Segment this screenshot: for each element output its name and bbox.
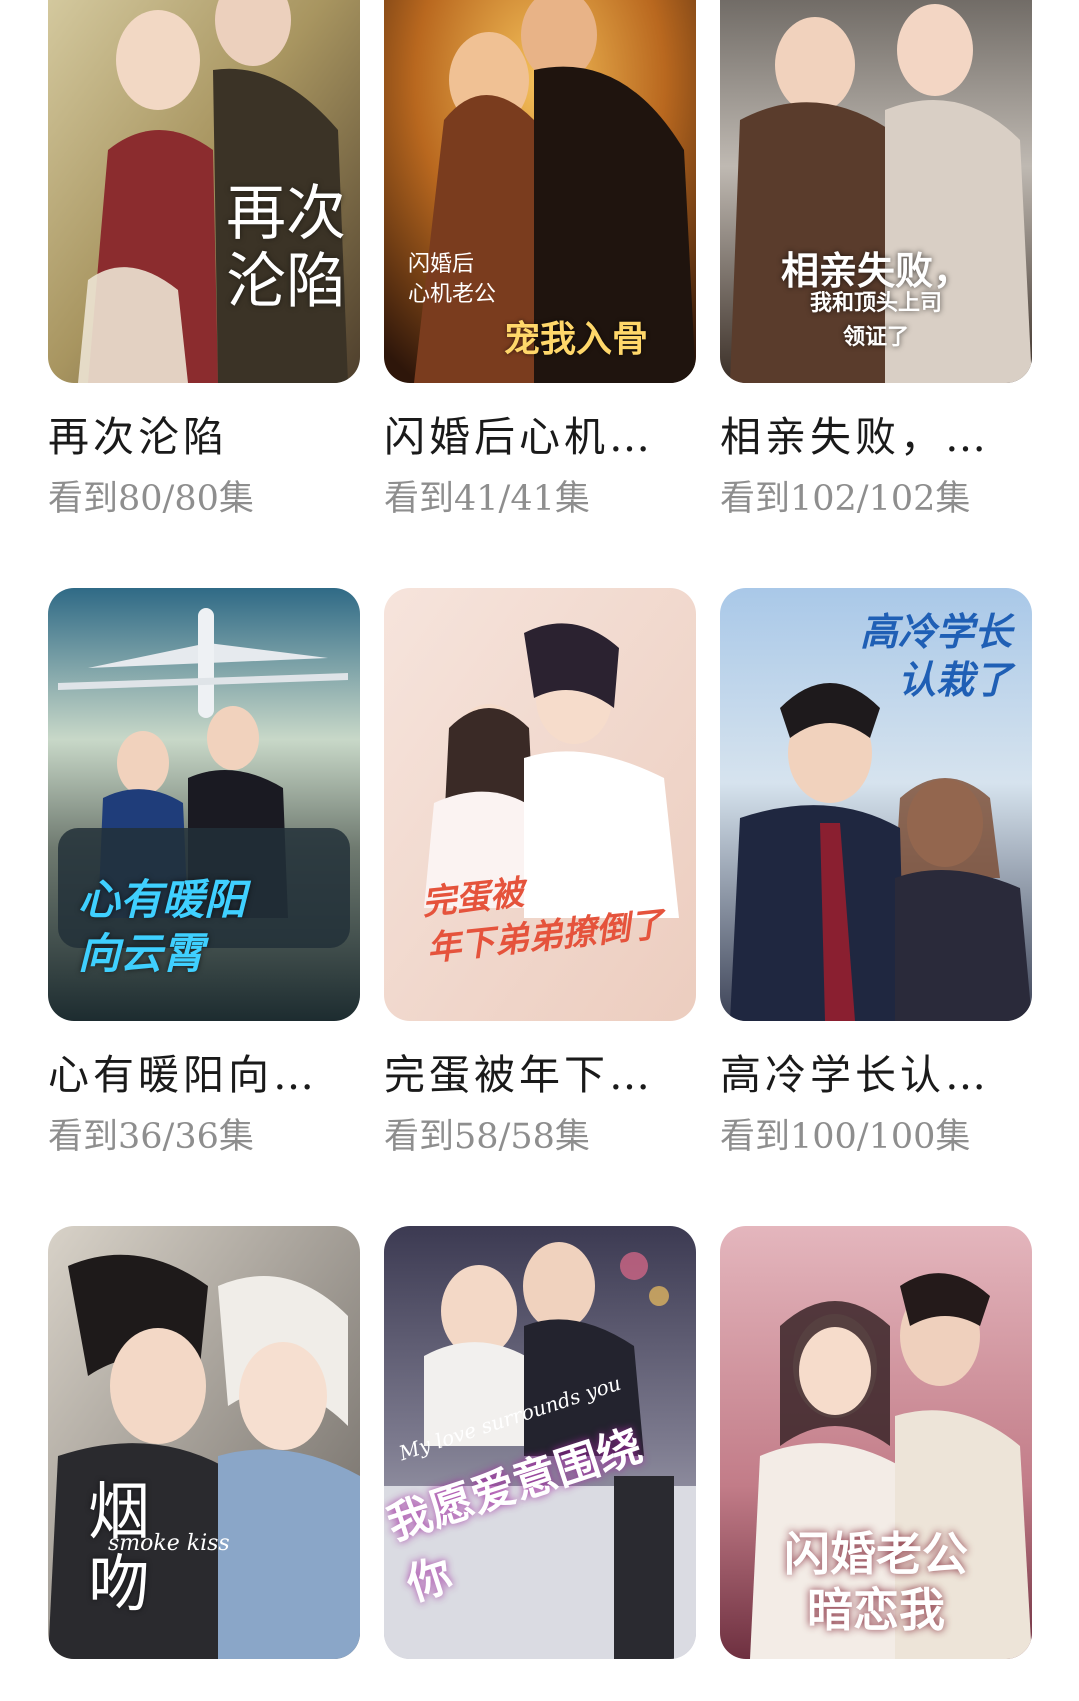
drama-title[interactable]: 完蛋被年下… <box>384 1049 696 1101</box>
drama-poster[interactable]: 完蛋被 年下弟弟撩倒了 <box>384 588 696 1021</box>
watch-progress: 看到80/80集 <box>48 479 254 519</box>
watch-progress: 看到36/36集 <box>48 1117 254 1157</box>
poster-title: 宠我入骨 <box>504 318 649 360</box>
drama-card[interactable]: 心有暖阳 向云霄 心有暖阳向… 看到36/36集 <box>48 588 360 1159</box>
drama-card[interactable]: 相亲失败， 我和顶头上司 领证了 相亲失败，… 看到102/102集 <box>720 0 1032 521</box>
drama-title[interactable]: 闪婚后心机… <box>384 411 696 463</box>
watch-progress: 看到100/100集 <box>720 1117 971 1157</box>
drama-poster[interactable]: 烟 吻 smoke kiss <box>48 1226 360 1659</box>
drama-poster[interactable]: 闪婚后 心机老公 宠我入骨 <box>384 0 696 383</box>
drama-poster[interactable]: 心有暖阳 向云霄 <box>48 588 360 1021</box>
drama-title[interactable]: 心有暖阳向… <box>48 1049 360 1101</box>
drama-poster[interactable]: 相亲失败， 我和顶头上司 领证了 <box>720 0 1032 383</box>
poster-title: 闪婚老公 暗恋我 <box>784 1527 968 1637</box>
drama-title[interactable]: 高冷学长认… <box>720 1049 1032 1101</box>
drama-poster[interactable]: My love surrounds you 我愿爱意围绕你 <box>384 1226 696 1659</box>
watch-progress: 看到102/102集 <box>720 479 971 519</box>
drama-card[interactable]: 完蛋被 年下弟弟撩倒了 完蛋被年下… 看到58/58集 <box>384 588 696 1159</box>
drama-card[interactable]: 高冷学长 认栽了 高冷学长认… 看到100/100集 <box>720 588 1032 1159</box>
poster-title: 高冷学长 认栽了 <box>859 609 1012 702</box>
drama-title[interactable]: 相亲失败，… <box>720 411 1032 463</box>
drama-poster[interactable]: 闪婚老公 暗恋我 <box>720 1226 1032 1659</box>
drama-title[interactable]: 再次沦陷 <box>48 411 360 463</box>
drama-poster[interactable]: 再次 沦陷 <box>48 0 360 383</box>
drama-card[interactable]: 烟 吻 smoke kiss <box>48 1226 360 1701</box>
drama-poster[interactable]: 高冷学长 认栽了 <box>720 588 1032 1021</box>
drama-card[interactable]: 闪婚后 心机老公 宠我入骨 闪婚后心机… 看到41/41集 <box>384 0 696 521</box>
poster-subtitle: 我和顶头上司 领证了 <box>809 290 942 350</box>
drama-card[interactable]: My love surrounds you 我愿爱意围绕你 <box>384 1226 696 1701</box>
watch-progress: 看到58/58集 <box>384 1117 590 1157</box>
poster-subtitle: 闪婚后 心机老公 <box>408 252 497 307</box>
watch-progress: 看到41/41集 <box>384 479 590 519</box>
poster-title: 心有暖阳 向云霄 <box>78 875 247 978</box>
drama-card[interactable]: 再次 沦陷 再次沦陷 看到80/80集 <box>48 0 360 521</box>
poster-subtitle: smoke kiss <box>108 1531 230 1556</box>
drama-card[interactable]: 闪婚老公 暗恋我 <box>720 1226 1032 1701</box>
poster-title: 再次 沦陷 <box>226 179 346 317</box>
